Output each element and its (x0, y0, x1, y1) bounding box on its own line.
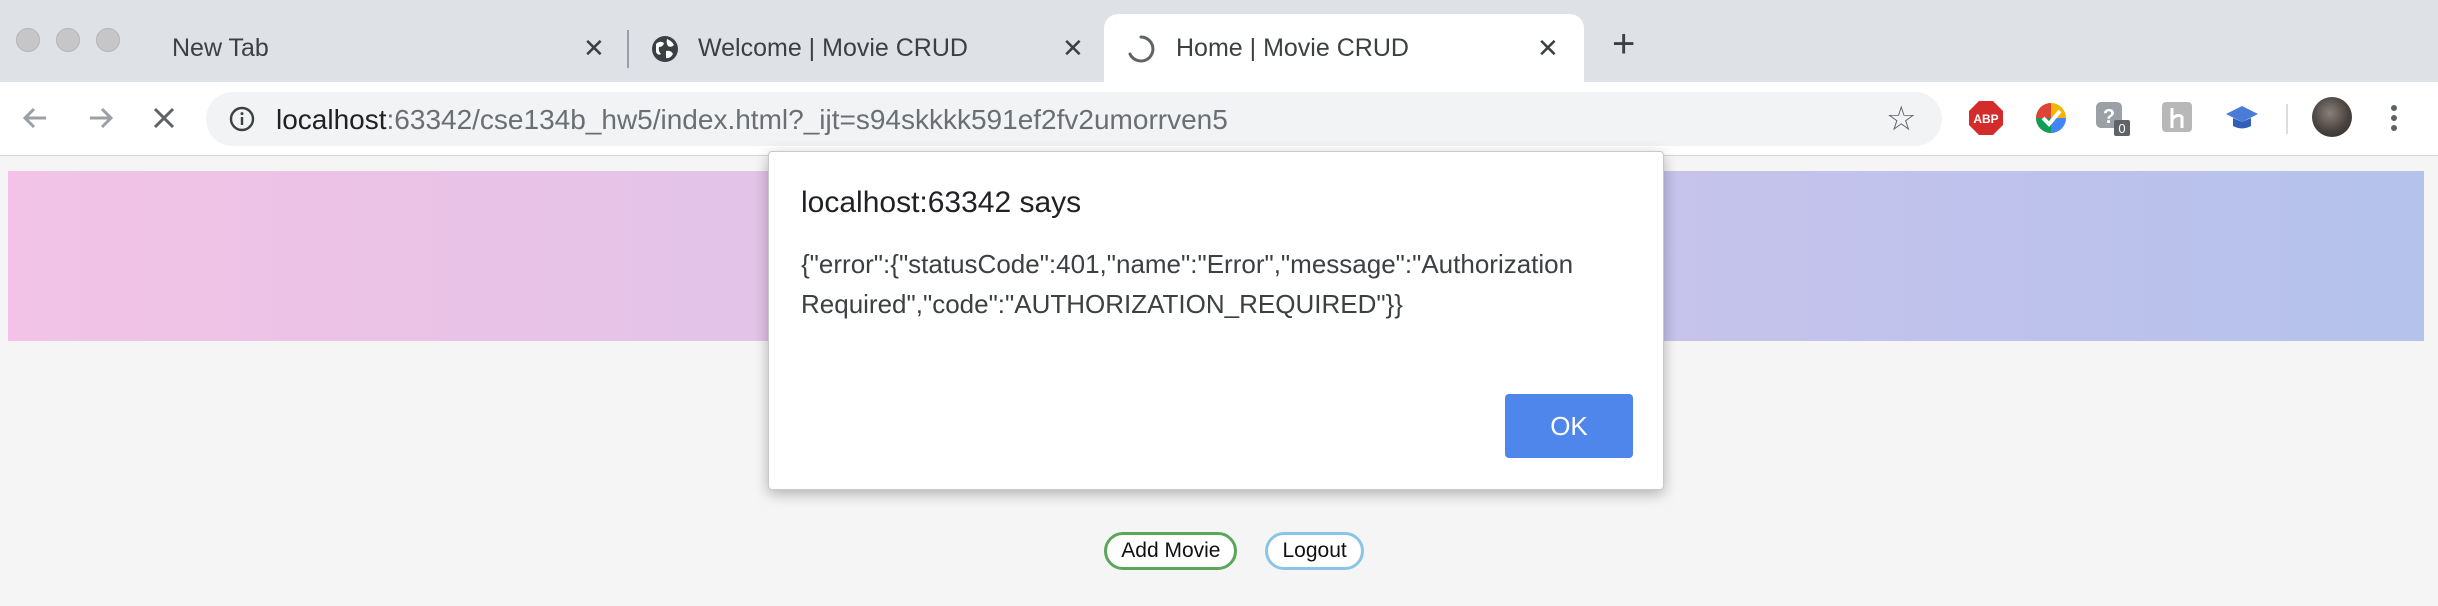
url-host: localhost (276, 104, 387, 135)
info-icon[interactable] (228, 105, 256, 133)
add-movie-button[interactable]: Add Movie (1104, 532, 1238, 570)
toolbar-separator (2286, 104, 2288, 134)
ok-button[interactable]: OK (1505, 394, 1633, 458)
star-icon[interactable]: ☆ (1886, 102, 1916, 136)
url-text: localhost:63342/cse134b_hw5/index.html?_… (276, 104, 1228, 136)
back-arrow-icon[interactable] (16, 98, 56, 138)
logout-button[interactable]: Logout (1265, 532, 1364, 570)
stop-icon[interactable] (144, 98, 184, 138)
abp-label: ABP (1973, 112, 1998, 126)
tab-new-tab[interactable]: New Tab ✕ (150, 14, 625, 82)
dialog-message: {"error":{"statusCode":401,"name":"Error… (801, 249, 1574, 319)
tab-title: Home | Movie CRUD (1176, 33, 1409, 62)
color-check-extension-icon[interactable] (2033, 100, 2069, 136)
avatar[interactable] (2312, 97, 2352, 137)
close-icon[interactable]: ✕ (1062, 35, 1084, 61)
graduation-cap-icon[interactable] (2224, 100, 2260, 136)
tab-separator (627, 30, 629, 68)
help-extension-icon[interactable]: ? 0 (2094, 100, 2130, 136)
svg-text:?: ? (2103, 106, 2115, 128)
tab-title: Welcome | Movie CRUD (698, 33, 968, 62)
tab-home[interactable]: Home | Movie CRUD ✕ (1104, 14, 1584, 82)
address-bar[interactable]: localhost:63342/cse134b_hw5/index.html?_… (206, 92, 1942, 146)
adblock-icon[interactable]: ABP (1968, 100, 2004, 136)
browser-toolbar: localhost:63342/cse134b_hw5/index.html?_… (0, 82, 2438, 156)
tab-title: New Tab (172, 33, 269, 62)
close-icon[interactable]: ✕ (1537, 35, 1559, 61)
url-path: :63342/cse134b_hw5/index.html?_ijt=s94sk… (386, 104, 1228, 135)
window-close-button[interactable] (16, 28, 40, 52)
alert-dialog: localhost:63342 says {"error":{"statusCo… (768, 151, 1664, 490)
tab-strip: New Tab ✕ Welcome | Movie CRUD ✕ Home | … (0, 0, 2438, 82)
forward-arrow-icon[interactable] (80, 98, 120, 138)
window-minimize-button[interactable] (56, 28, 80, 52)
globe-icon (652, 36, 678, 62)
dialog-title: localhost:63342 says (801, 186, 1082, 219)
tab-welcome[interactable]: Welcome | Movie CRUD ✕ (630, 14, 1100, 82)
new-tab-button[interactable]: + (1612, 24, 1635, 64)
extension-icon[interactable] (2160, 100, 2196, 136)
menu-icon[interactable] (2384, 98, 2404, 138)
page-actions: Add Movie Logout (0, 532, 2438, 572)
close-icon[interactable]: ✕ (583, 35, 605, 61)
window-zoom-button[interactable] (96, 28, 120, 52)
loading-spinner-icon (1128, 35, 1155, 63)
badge-count: 0 (2118, 121, 2125, 136)
